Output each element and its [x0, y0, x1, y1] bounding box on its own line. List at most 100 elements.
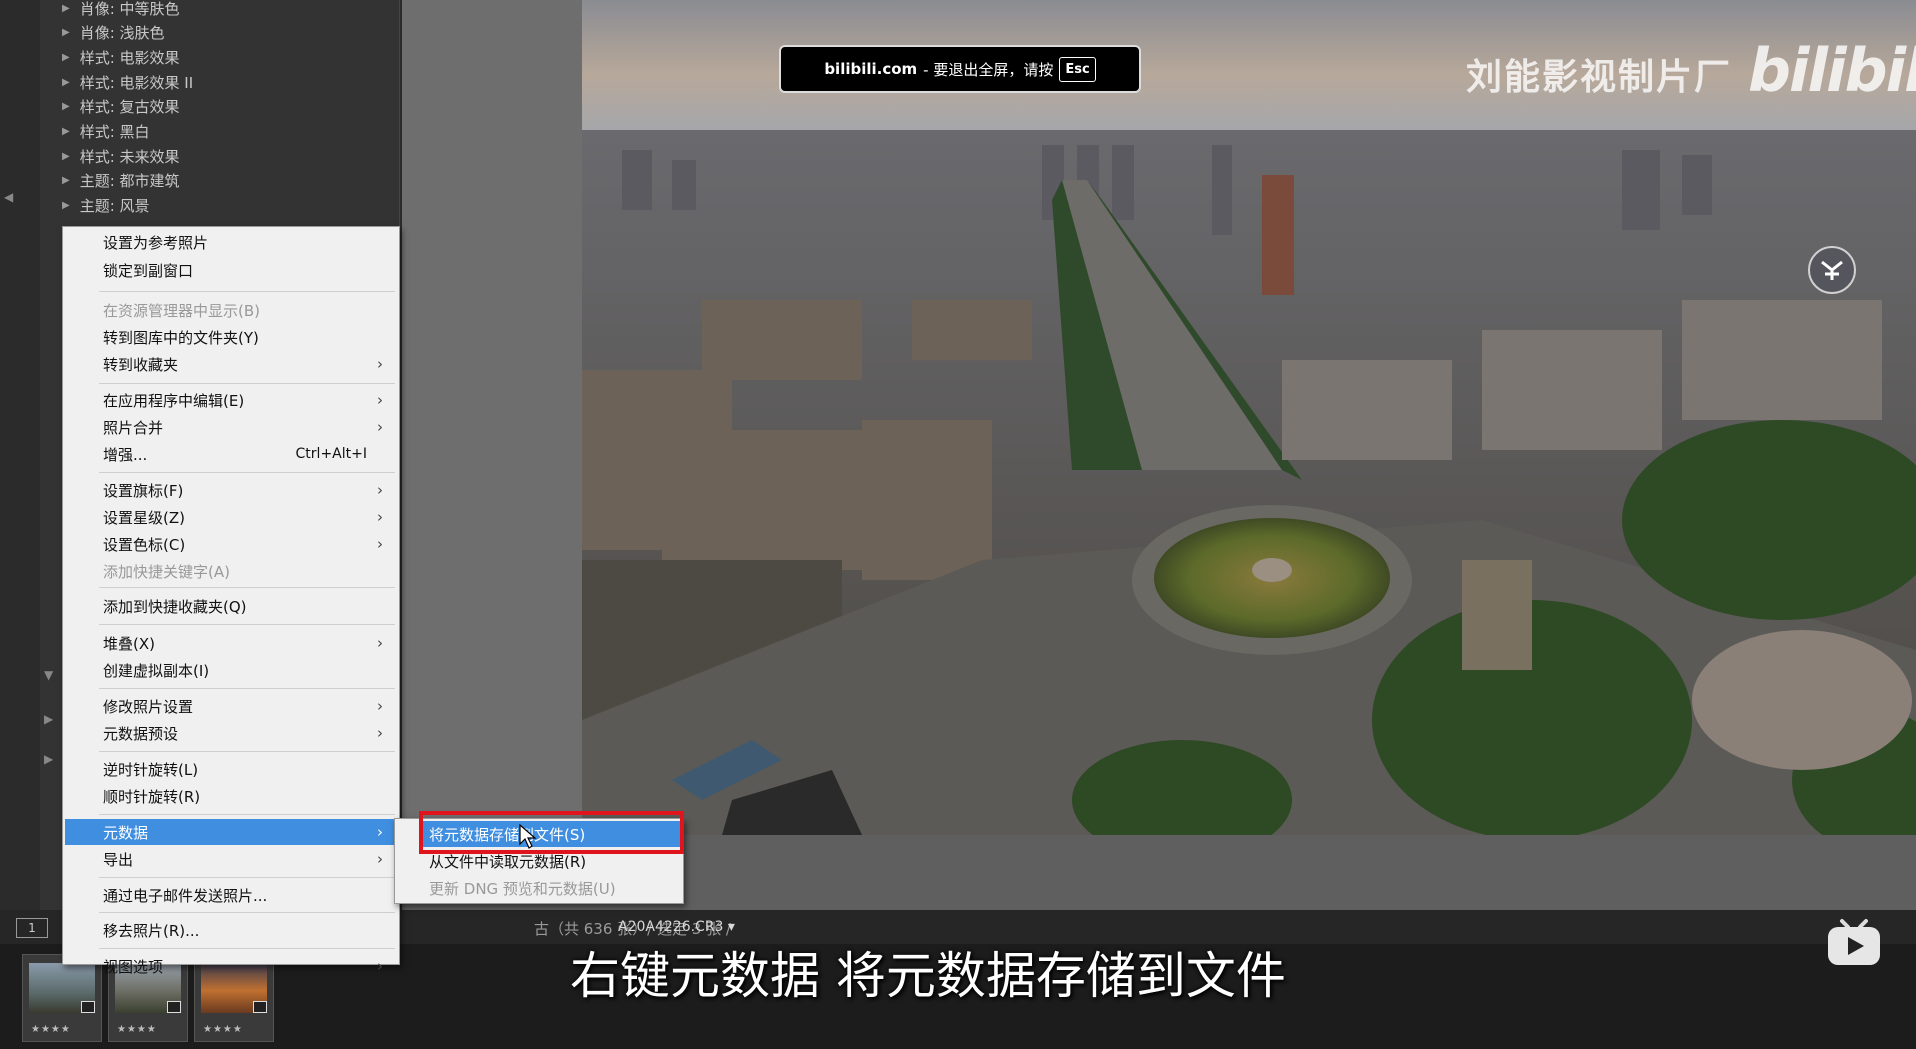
mouse-cursor-icon — [519, 824, 537, 849]
menu-item-label: 视图选项 — [103, 957, 164, 976]
submenu-arrow-icon: › — [377, 724, 383, 742]
submenu-arrow-icon: › — [377, 535, 383, 553]
play-tv-icon[interactable] — [1826, 917, 1882, 967]
bilibili-logo: bilibili — [1748, 36, 1916, 106]
edit-badge-icon — [81, 1001, 95, 1013]
context-menu-item: 添加快捷关键字(A) — [65, 558, 397, 584]
expand-arrow-icon: ▶ — [62, 101, 70, 113]
preset-item[interactable]: ▶ 肖像: 中等肤色 — [62, 0, 180, 20]
submenu-arrow-icon: › — [377, 481, 383, 499]
panel-toggle-icon[interactable]: ▶ — [44, 712, 53, 726]
submenu-arrow-icon: › — [377, 823, 383, 841]
menu-item-label: 设置星级(Z) — [103, 508, 185, 527]
thumbnail-stars: ★★★★ — [203, 1024, 243, 1035]
submenu-arrow-icon: › — [377, 697, 383, 715]
submenu-arrow-icon: › — [377, 355, 383, 373]
panel-toggle-icon[interactable]: ▶ — [44, 752, 53, 766]
preset-item[interactable]: ▶ 样式: 未来效果 — [62, 144, 180, 168]
expand-arrow-icon: ▶ — [62, 76, 70, 88]
context-menu-item[interactable]: 视图选项 › — [65, 953, 397, 979]
preset-label: 肖像: 中等肤色 — [79, 0, 180, 18]
main-photo[interactable] — [582, 0, 1916, 835]
menu-separator — [99, 291, 395, 292]
context-menu-item: 在资源管理器中显示(B) — [65, 297, 397, 323]
preset-label: 肖像: 浅肤色 — [79, 24, 165, 43]
menu-item-label: 转到收藏夹 — [103, 355, 179, 374]
thumbnail-stars: ★★★★ — [117, 1024, 157, 1035]
menu-item-label: 元数据预设 — [103, 724, 179, 743]
collapse-left-icon[interactable]: ◀ — [4, 190, 13, 204]
context-menu-item[interactable]: 元数据 › — [65, 819, 397, 845]
menu-item-label: 通过电子邮件发送照片... — [103, 886, 268, 905]
menu-item-label: 添加快捷关键字(A) — [103, 562, 230, 581]
context-menu-item[interactable]: 元数据预设 › — [65, 720, 397, 746]
menu-item-label: 导出 — [103, 850, 134, 869]
preset-item[interactable]: ▶ 主题: 风景 — [62, 194, 150, 218]
context-menu-item[interactable]: 增强... Ctrl+Alt+I — [65, 441, 397, 467]
context-menu-item[interactable]: 通过电子邮件发送照片... — [65, 882, 397, 908]
submenu-arrow-icon: › — [377, 957, 383, 975]
preset-item[interactable]: ▶ 主题: 都市建筑 — [62, 169, 180, 193]
context-menu-item[interactable]: 锁定到副窗口 — [65, 257, 397, 283]
context-menu-item[interactable]: 照片合并 › — [65, 414, 397, 440]
menu-separator — [99, 587, 395, 588]
preset-item[interactable]: ▶ 样式: 电影效果 — [62, 45, 180, 69]
preset-label: 样式: 复古效果 — [79, 98, 180, 117]
floating-assistant-icon[interactable] — [1808, 246, 1856, 294]
menu-item-label: 增强... — [103, 445, 148, 464]
context-menu-item[interactable]: 添加到快捷收藏夹(Q) — [65, 593, 397, 619]
context-menu-item[interactable]: 创建虚拟副本(I) — [65, 657, 397, 683]
menu-separator — [99, 912, 395, 913]
thumbnail-stars: ★★★★ — [31, 1024, 71, 1035]
context-menu-item[interactable]: 转到图库中的文件夹(Y) — [65, 324, 397, 350]
submenu-arrow-icon: › — [377, 418, 383, 436]
context-menu-item[interactable]: 设置为参考照片 — [65, 229, 397, 255]
menu-item-label: 转到图库中的文件夹(Y) — [103, 328, 259, 347]
menu-item-label: 移去照片(R)... — [103, 921, 200, 940]
expand-arrow-icon: ▶ — [62, 2, 70, 14]
annotation-highlight-box — [419, 811, 684, 854]
selected-file-name[interactable]: A20A4226.CR3 ▾ — [618, 919, 735, 935]
preset-item[interactable]: ▶ 样式: 复古效果 — [62, 95, 180, 119]
preset-item[interactable]: ▶ 肖像: 浅肤色 — [62, 21, 165, 45]
context-menu-item[interactable]: 堆叠(X) › — [65, 630, 397, 656]
context-menu-item[interactable]: 移去照片(R)... — [65, 917, 397, 943]
submenu-arrow-icon: › — [377, 850, 383, 868]
menu-item-label: 设置旗标(F) — [103, 481, 184, 500]
menu-separator — [99, 688, 395, 689]
assistant-glyph — [1821, 260, 1843, 280]
menu-item-label: 照片合并 — [103, 418, 164, 437]
submenu-arrow-icon: › — [377, 634, 383, 652]
menu-separator — [99, 383, 395, 384]
menu-separator — [99, 814, 395, 815]
expand-arrow-icon: ▶ — [62, 175, 70, 187]
context-menu-item[interactable]: 设置星级(Z) › — [65, 504, 397, 530]
preset-item[interactable]: ▶ 样式: 黑白 — [62, 120, 150, 144]
context-menu-item[interactable]: 顺时针旋转(R) — [65, 783, 397, 809]
context-menu-item[interactable]: 在应用程序中编辑(E) › — [65, 387, 397, 413]
context-menu-item[interactable]: 逆时针旋转(L) — [65, 756, 397, 782]
preset-item[interactable]: ▶ 样式: 电影效果 II — [62, 70, 193, 94]
context-menu-item[interactable]: 修改照片设置 › — [65, 693, 397, 719]
fullscreen-site: bilibili.com — [824, 60, 918, 78]
context-menu-item[interactable]: 设置色标(C) › — [65, 531, 397, 557]
menu-separator — [99, 624, 395, 625]
menu-separator — [99, 472, 395, 473]
canvas-background — [582, 835, 1916, 910]
context-menu-item[interactable]: 转到收藏夹 › — [65, 351, 397, 377]
menu-separator — [99, 751, 395, 752]
preset-label: 样式: 电影效果 II — [79, 73, 194, 92]
expand-arrow-icon: ▶ — [62, 126, 70, 137]
submenu-item: 更新 DNG 预览和元数据(U) — [419, 875, 681, 901]
channel-watermark: 刘能影视制片厂 — [1466, 57, 1733, 98]
panel-toggle-icon[interactable]: ▼ — [44, 668, 53, 682]
fullscreen-notice: bilibili.com - 要退出全屏，请按 Esc — [779, 45, 1141, 93]
expand-arrow-icon: ▶ — [62, 150, 70, 162]
expand-arrow-icon: ▶ — [62, 200, 70, 212]
video-subtitle: 右键元数据 将元数据存储到文件 — [570, 947, 1286, 1005]
context-menu: 设置为参考照片 锁定到副窗口 在资源管理器中显示(B) 转到图库中的文件夹(Y) 转到收… — [62, 226, 400, 976]
context-menu-item[interactable]: 导出 › — [65, 846, 397, 872]
submenu-arrow-icon: › — [377, 508, 383, 526]
monitor-1-button[interactable]: 1 — [16, 918, 48, 938]
context-menu-item[interactable]: 设置旗标(F) › — [65, 477, 397, 503]
